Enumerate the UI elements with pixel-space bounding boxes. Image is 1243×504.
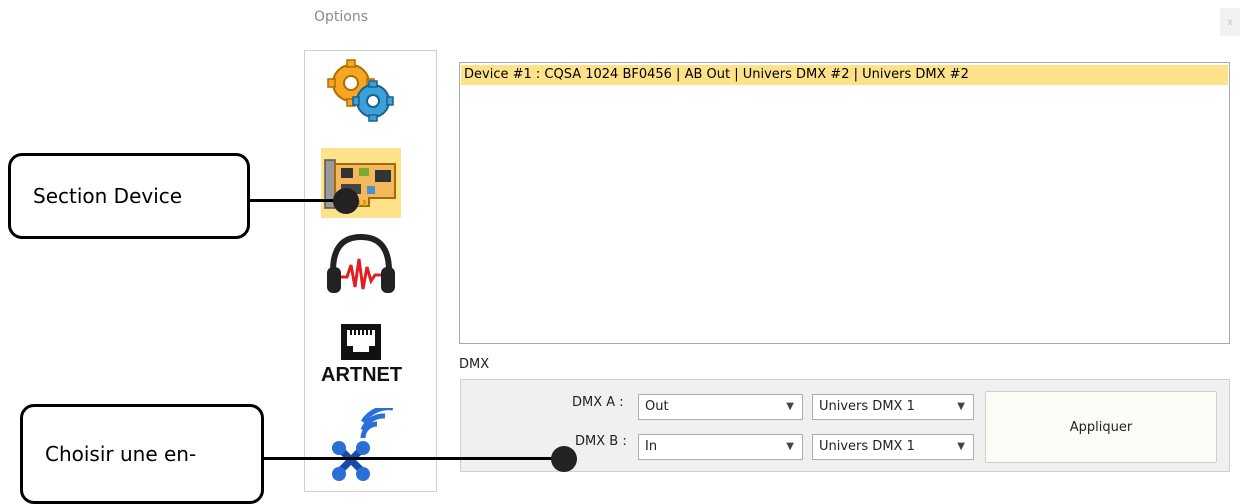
callout-text: Choisir une en- <box>45 442 197 466</box>
artnet-label: ARTNET <box>321 364 403 386</box>
callout-section-device: Section Device <box>8 153 250 239</box>
dmx-b-mode-select[interactable]: In ▼ <box>638 434 803 460</box>
callout-dot <box>551 446 577 472</box>
list-item[interactable]: Device #1 : CQSA 1024 BF0456 | AB Out | … <box>461 65 1228 85</box>
chevron-down-icon: ▼ <box>957 401 965 412</box>
device-list[interactable]: Device #1 : CQSA 1024 BF0456 | AB Out | … <box>459 62 1230 344</box>
ethernet-port-icon <box>341 324 381 360</box>
callout-choose-input: Choisir une en- <box>20 404 264 504</box>
dmx-b-universe-value: Univers DMX 1 <box>819 439 915 454</box>
sidebar-item-audio[interactable] <box>321 229 401 299</box>
sidebar-item-artnet[interactable]: ARTNET <box>321 316 403 396</box>
headphones-icon <box>327 233 395 293</box>
sidebar-item-network[interactable] <box>321 406 401 486</box>
options-sidebar: ARTNET <box>304 50 437 492</box>
dmx-a-label: DMX A : <box>572 395 624 410</box>
close-button[interactable]: x <box>1220 8 1240 36</box>
sidebar-item-device[interactable] <box>321 148 401 218</box>
chevron-down-icon: ▼ <box>786 401 794 412</box>
dmx-b-universe-select[interactable]: Univers DMX 1 ▼ <box>812 434 974 460</box>
callout-text: Section Device <box>33 184 183 208</box>
callout-connector-line <box>262 457 562 460</box>
close-icon: x <box>1227 16 1233 28</box>
chevron-down-icon: ▼ <box>786 441 794 452</box>
callout-dot <box>333 188 359 214</box>
window-title: Options <box>314 9 369 25</box>
dmx-a-universe-value: Univers DMX 1 <box>819 399 915 414</box>
dmx-group-title: DMX <box>459 357 490 372</box>
dmx-b-mode-value: In <box>645 439 658 454</box>
apply-button[interactable]: Appliquer <box>985 391 1217 463</box>
dmx-a-universe-select[interactable]: Univers DMX 1 ▼ <box>812 394 974 420</box>
gears-icon <box>327 59 394 122</box>
dmx-a-mode-select[interactable]: Out ▼ <box>638 394 803 420</box>
sidebar-item-settings[interactable] <box>321 55 401 125</box>
callout-connector-line <box>248 199 343 202</box>
dmx-a-mode-value: Out <box>645 399 669 414</box>
wireless-network-icon <box>332 408 393 481</box>
dmx-b-label: DMX B : <box>575 434 627 449</box>
chevron-down-icon: ▼ <box>957 441 965 452</box>
